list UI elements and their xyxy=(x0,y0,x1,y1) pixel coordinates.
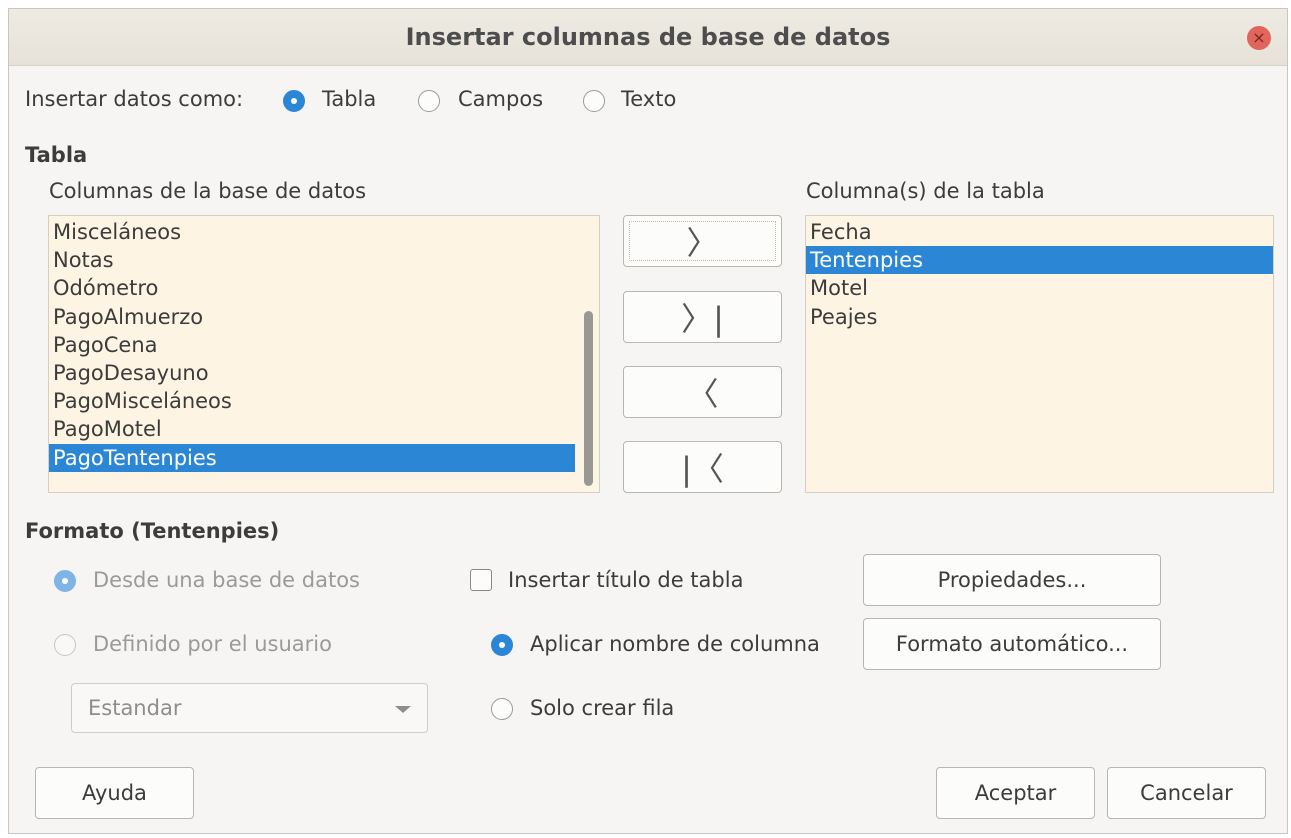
format-combo[interactable]: Estandar xyxy=(71,683,428,733)
radio-from-database[interactable] xyxy=(54,570,76,592)
format-section-heading: Formato (Tentenpies) xyxy=(25,519,280,543)
insert-as-label: Insertar datos como: xyxy=(25,87,244,111)
dialog-window: Insertar columnas de base de datos × Ins… xyxy=(8,8,1288,834)
close-icon[interactable]: × xyxy=(1247,26,1271,50)
db-columns-list[interactable]: Misceláneos Notas Odómetro PagoAlmuerzo … xyxy=(48,215,600,493)
ok-button[interactable]: Aceptar xyxy=(936,767,1095,819)
radio-campos-label[interactable]: Campos xyxy=(458,87,543,111)
scrollbar-thumb[interactable] xyxy=(584,311,593,486)
radio-texto[interactable] xyxy=(583,90,605,112)
radio-apply-column-name-label[interactable]: Aplicar nombre de columna xyxy=(530,632,820,656)
table-section-heading: Tabla xyxy=(25,143,88,167)
db-columns-label: Columnas de la base de datos xyxy=(49,179,367,203)
properties-button[interactable]: Propiedades... xyxy=(863,554,1161,606)
list-item-selected[interactable]: Tentenpies xyxy=(806,246,1273,275)
list-item[interactable]: Misceláneos xyxy=(49,218,599,246)
format-combo-value: Estandar xyxy=(88,696,182,720)
insert-title-checkbox[interactable] xyxy=(470,569,492,591)
insert-title-label[interactable]: Insertar título de tabla xyxy=(508,568,743,592)
list-item[interactable]: Motel xyxy=(806,274,1273,302)
list-item[interactable]: PagoMotel xyxy=(49,415,599,443)
list-item[interactable]: Notas xyxy=(49,246,599,274)
list-item-selected[interactable]: PagoTentenpies xyxy=(49,443,575,472)
chevron-down-icon[interactable] xyxy=(395,706,411,713)
radio-from-database-label: Desde una base de datos xyxy=(93,568,361,592)
remove-all-columns-button[interactable]: |〈 xyxy=(623,441,782,493)
radio-user-defined-label: Definido por el usuario xyxy=(93,632,332,656)
radio-campos[interactable] xyxy=(418,90,440,112)
remove-column-button[interactable]: 〈 xyxy=(623,366,782,418)
help-button[interactable]: Ayuda xyxy=(35,767,194,819)
dialog-title: Insertar columnas de base de datos xyxy=(405,23,891,51)
list-item[interactable]: PagoCena xyxy=(49,331,599,359)
table-columns-label: Columna(s) de la tabla xyxy=(806,179,1045,203)
list-item[interactable]: PagoMisceláneos xyxy=(49,387,599,415)
radio-tabla-label[interactable]: Tabla xyxy=(322,87,376,111)
radio-tabla[interactable] xyxy=(283,90,305,112)
autoformat-button[interactable]: Formato automático... xyxy=(863,618,1161,670)
radio-only-row[interactable] xyxy=(491,698,513,720)
title-bar[interactable]: Insertar columnas de base de datos × xyxy=(9,9,1287,66)
radio-apply-column-name[interactable] xyxy=(491,634,513,656)
list-item[interactable]: PagoDesayuno xyxy=(49,359,599,387)
list-item[interactable]: Odómetro xyxy=(49,274,599,302)
radio-only-row-label[interactable]: Solo crear fila xyxy=(530,696,674,720)
add-all-columns-button[interactable]: 〉| xyxy=(623,291,782,343)
add-column-button[interactable]: 〉 xyxy=(623,215,782,267)
list-item[interactable]: Fecha xyxy=(806,218,1273,246)
list-item[interactable]: Peajes xyxy=(806,303,1273,331)
cancel-button[interactable]: Cancelar xyxy=(1107,767,1266,819)
list-item[interactable]: PagoAlmuerzo xyxy=(49,303,599,331)
radio-texto-label[interactable]: Texto xyxy=(621,87,676,111)
table-columns-list[interactable]: Fecha Tentenpies Motel Peajes xyxy=(805,215,1274,493)
radio-user-defined[interactable] xyxy=(54,634,76,656)
